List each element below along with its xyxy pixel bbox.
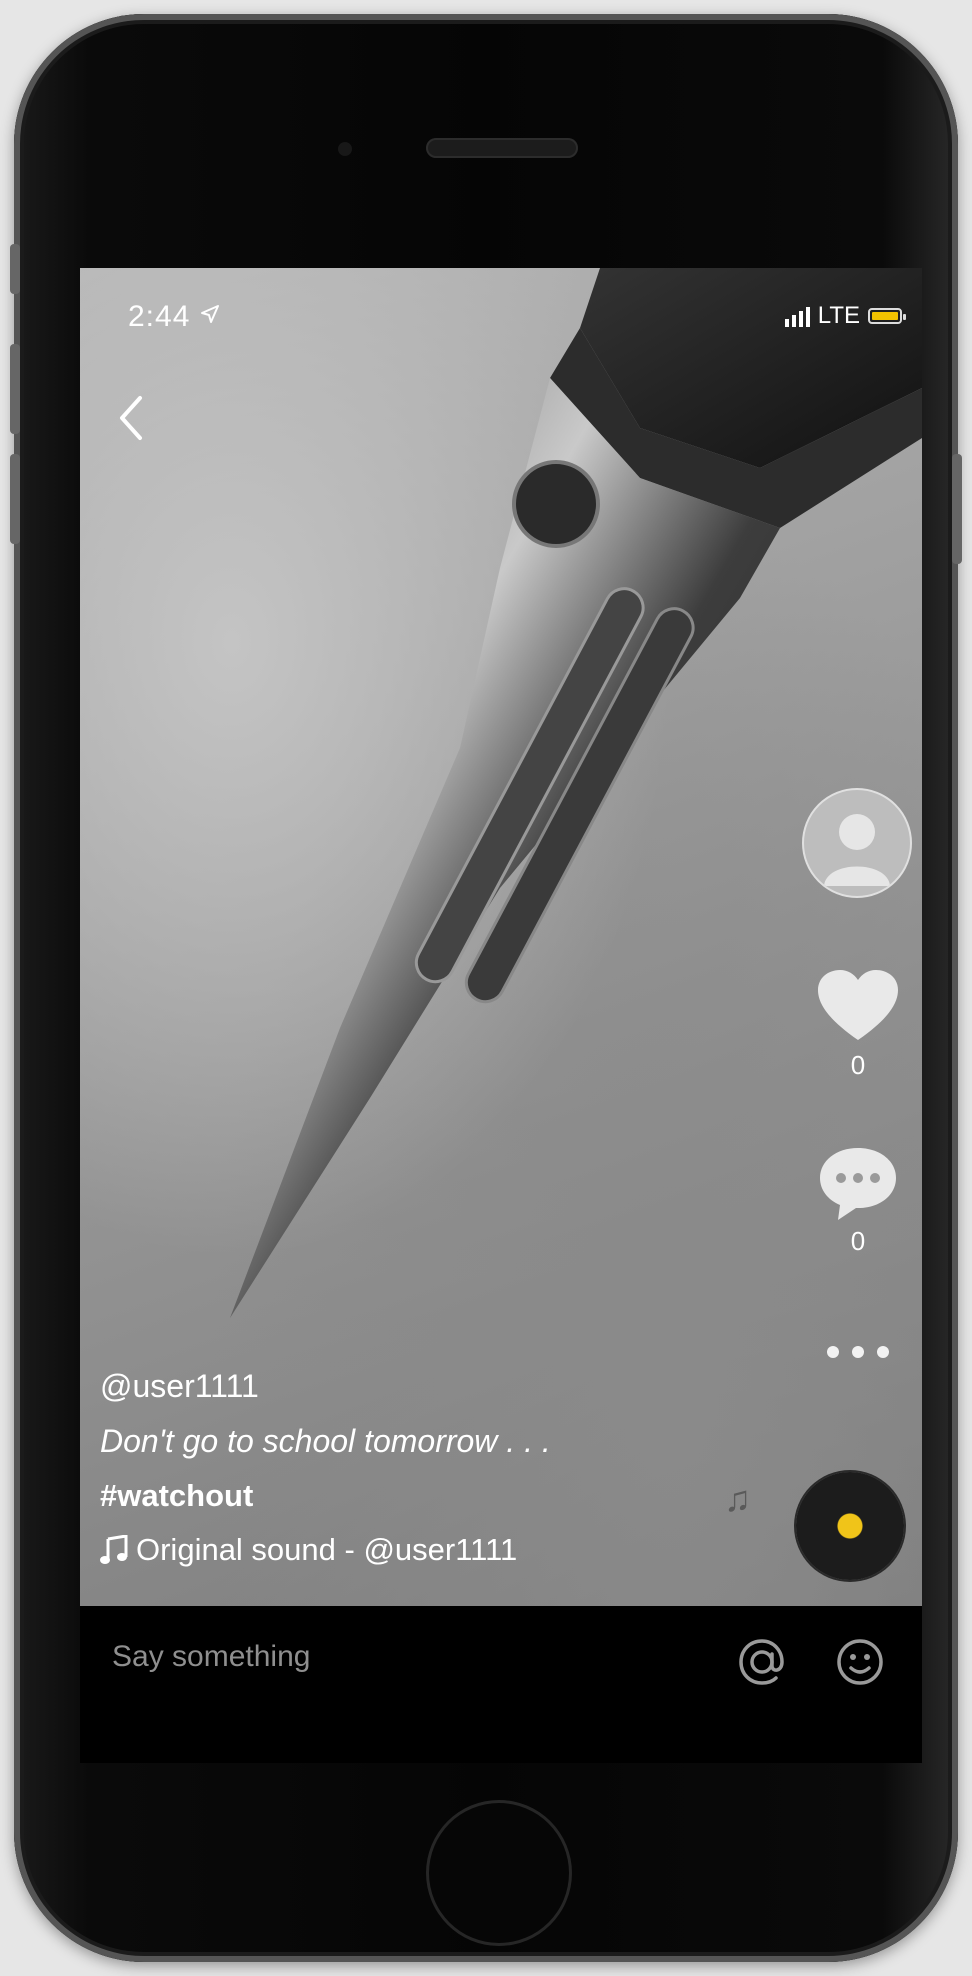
comment-count: 0: [850, 1226, 866, 1256]
volume-up-button: [10, 344, 20, 434]
battery-fill: [872, 312, 898, 320]
emoji-button[interactable]: [834, 1636, 886, 1688]
hashtag-link[interactable]: #watchout: [100, 1478, 551, 1514]
power-button: [952, 454, 962, 564]
music-note-icon: [100, 1535, 128, 1564]
app-screen: 2:44 LTE 0 0 @user1111 Don't go to schoo…: [80, 268, 922, 1763]
author-avatar-button[interactable]: [802, 788, 912, 898]
video-info: @user1111 Don't go to school tomorrow . …: [100, 1368, 551, 1568]
location-arrow-icon: [200, 305, 219, 323]
status-indicators: LTE: [784, 302, 906, 330]
author-username[interactable]: @user1111: [100, 1368, 551, 1405]
sound-title: Original sound - @user1111: [136, 1532, 518, 1567]
volume-down-button: [10, 454, 20, 544]
status-time-text: 2:44: [128, 300, 191, 333]
status-time: 2:44: [128, 300, 220, 334]
comment-bubble-icon[interactable]: [816, 1144, 900, 1222]
comment-input[interactable]: Say something: [112, 1640, 310, 1674]
earpiece-speaker: [426, 138, 578, 158]
back-button[interactable]: [106, 388, 156, 448]
network-type: LTE: [817, 302, 860, 329]
video-caption: Don't go to school tomorrow . . .: [100, 1423, 551, 1459]
smiley-face-icon: [837, 1639, 883, 1685]
blade-thumb-hole: [512, 460, 600, 548]
more-dots-icon: [827, 1346, 889, 1358]
phone-frame: 2:44 LTE 0 0 @user1111 Don't go to schoo…: [10, 14, 962, 1962]
mute-switch: [10, 244, 20, 294]
front-camera: [338, 142, 352, 156]
sound-link[interactable]: Original sound - @user1111: [100, 1532, 551, 1568]
comment-action[interactable]: 0: [808, 1144, 908, 1257]
more-options-button[interactable]: [808, 1342, 908, 1362]
at-sign-icon: [739, 1639, 784, 1685]
comment-bar: Say something: [80, 1606, 922, 1763]
signal-icon: [784, 305, 810, 327]
floating-note-icon: ♫: [724, 1478, 751, 1519]
mention-button[interactable]: [736, 1636, 788, 1688]
video-player[interactable]: 2:44 LTE 0 0 @user1111 Don't go to schoo…: [80, 268, 922, 1606]
default-user-icon: [824, 814, 890, 886]
home-button[interactable]: [426, 1800, 572, 1946]
battery-icon: [868, 308, 906, 324]
like-count: 0: [850, 1050, 866, 1080]
like-action[interactable]: 0: [808, 968, 908, 1081]
sound-disc-button[interactable]: [796, 1472, 904, 1580]
heart-icon[interactable]: [816, 968, 900, 1044]
chevron-left-icon: [120, 396, 142, 440]
